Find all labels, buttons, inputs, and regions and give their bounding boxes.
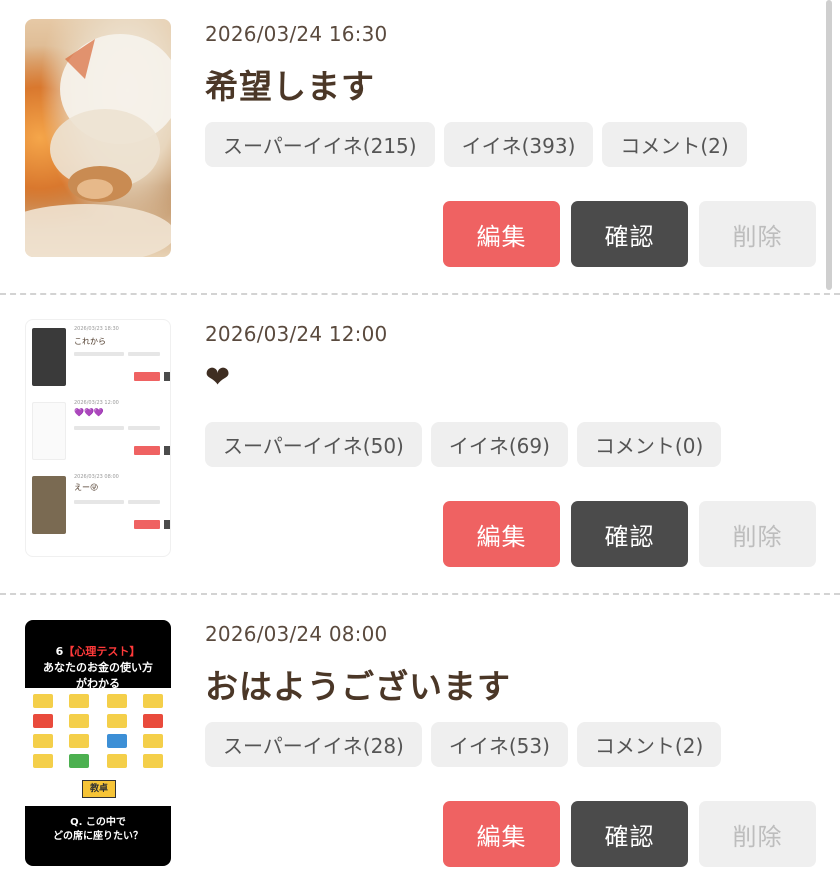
post-thumbnail[interactable]: 6【心理テスト】 あなたのお金の使い方 がわかる 教卓 Q. この中で どの席に bbox=[25, 620, 171, 866]
quiz-heading: 6【心理テスト】 あなたのお金の使い方 がわかる bbox=[25, 644, 171, 692]
post-actions: 編集 確認 削除 bbox=[443, 501, 816, 567]
post-divider bbox=[0, 293, 840, 295]
comment-count[interactable]: コメント(2) bbox=[602, 122, 747, 167]
thumbnail-mini-post: 2026/03/23 12:00 💜💜💜 bbox=[30, 396, 170, 466]
edit-button[interactable]: 編集 bbox=[443, 201, 560, 267]
like-count[interactable]: イイネ(53) bbox=[430, 722, 568, 767]
edit-button[interactable]: 編集 bbox=[443, 501, 560, 567]
post-item: 6【心理テスト】 あなたのお金の使い方 がわかる 教卓 Q. この中で どの席に bbox=[0, 600, 840, 889]
comment-count[interactable]: コメント(2) bbox=[576, 722, 722, 767]
super-like-count[interactable]: スーパーイイネ(28) bbox=[205, 722, 422, 767]
post-title: おはようございます bbox=[205, 667, 511, 706]
super-like-count[interactable]: スーパーイイネ(215) bbox=[205, 122, 435, 167]
like-count[interactable]: イイネ(69) bbox=[430, 422, 568, 467]
like-count[interactable]: イイネ(393) bbox=[443, 122, 594, 167]
delete-button[interactable]: 削除 bbox=[699, 201, 816, 267]
confirm-button[interactable]: 確認 bbox=[571, 501, 688, 567]
mini-title: 💜💜💜 bbox=[74, 408, 104, 417]
post-actions: 編集 確認 削除 bbox=[443, 201, 816, 267]
quiz-tag: 【心理テスト】 bbox=[63, 645, 141, 658]
mini-timestamp: 2026/03/23 08:00 bbox=[74, 474, 119, 480]
scrollbar[interactable] bbox=[826, 0, 832, 290]
quiz-question-line-2: どの席に座りたい？ bbox=[53, 831, 143, 842]
mini-title: これから bbox=[74, 337, 106, 346]
delete-button[interactable]: 削除 bbox=[699, 801, 816, 867]
super-like-count[interactable]: スーパーイイネ(50) bbox=[205, 422, 422, 467]
post-actions: 編集 確認 削除 bbox=[443, 801, 816, 867]
mini-photo bbox=[32, 328, 66, 386]
quiz-question-line-1: Q. この中で bbox=[70, 817, 126, 828]
mini-photo bbox=[32, 476, 66, 534]
sleeping-pet-image bbox=[25, 34, 171, 257]
quiz-line-1: あなたのお金の使い方 bbox=[43, 661, 153, 674]
reaction-chips: スーパーイイネ(28) イイネ(53) コメント(2) bbox=[205, 722, 722, 767]
post-title: ❤ bbox=[205, 360, 232, 395]
delete-button[interactable]: 削除 bbox=[699, 501, 816, 567]
quiz-question: Q. この中で どの席に座りたい？ bbox=[25, 816, 171, 844]
podium-label: 教卓 bbox=[82, 780, 116, 798]
post-item: 2026/03/23 18:30 これから 2026/03/23 12:00 💜… bbox=[0, 300, 840, 600]
confirm-button[interactable]: 確認 bbox=[571, 201, 688, 267]
mini-title: えー😜 bbox=[74, 483, 99, 492]
mini-photo bbox=[32, 402, 66, 460]
post-thumbnail[interactable] bbox=[25, 19, 171, 257]
thumbnail-mini-post: 2026/03/23 08:00 えー😜 bbox=[30, 470, 170, 540]
thumbnail-mini-post: 2026/03/23 18:30 これから bbox=[30, 322, 170, 392]
post-timestamp: 2026/03/24 12:00 bbox=[205, 322, 388, 346]
post-divider bbox=[0, 593, 840, 595]
reaction-chips: スーパーイイネ(50) イイネ(69) コメント(0) bbox=[205, 422, 722, 467]
mini-timestamp: 2026/03/23 12:00 bbox=[74, 400, 119, 406]
post-timestamp: 2026/03/24 08:00 bbox=[205, 622, 388, 646]
edit-button[interactable]: 編集 bbox=[443, 801, 560, 867]
post-title: 希望します bbox=[205, 67, 375, 106]
confirm-button[interactable]: 確認 bbox=[571, 801, 688, 867]
post-thumbnail[interactable]: 2026/03/23 18:30 これから 2026/03/23 12:00 💜… bbox=[25, 319, 171, 557]
comment-count[interactable]: コメント(0) bbox=[576, 422, 722, 467]
post-item: 2026/03/24 16:30 希望します スーパーイイネ(215) イイネ(… bbox=[0, 0, 840, 300]
post-timestamp: 2026/03/24 16:30 bbox=[205, 22, 388, 46]
mini-timestamp: 2026/03/23 18:30 bbox=[74, 326, 119, 332]
reaction-chips: スーパーイイネ(215) イイネ(393) コメント(2) bbox=[205, 122, 747, 167]
